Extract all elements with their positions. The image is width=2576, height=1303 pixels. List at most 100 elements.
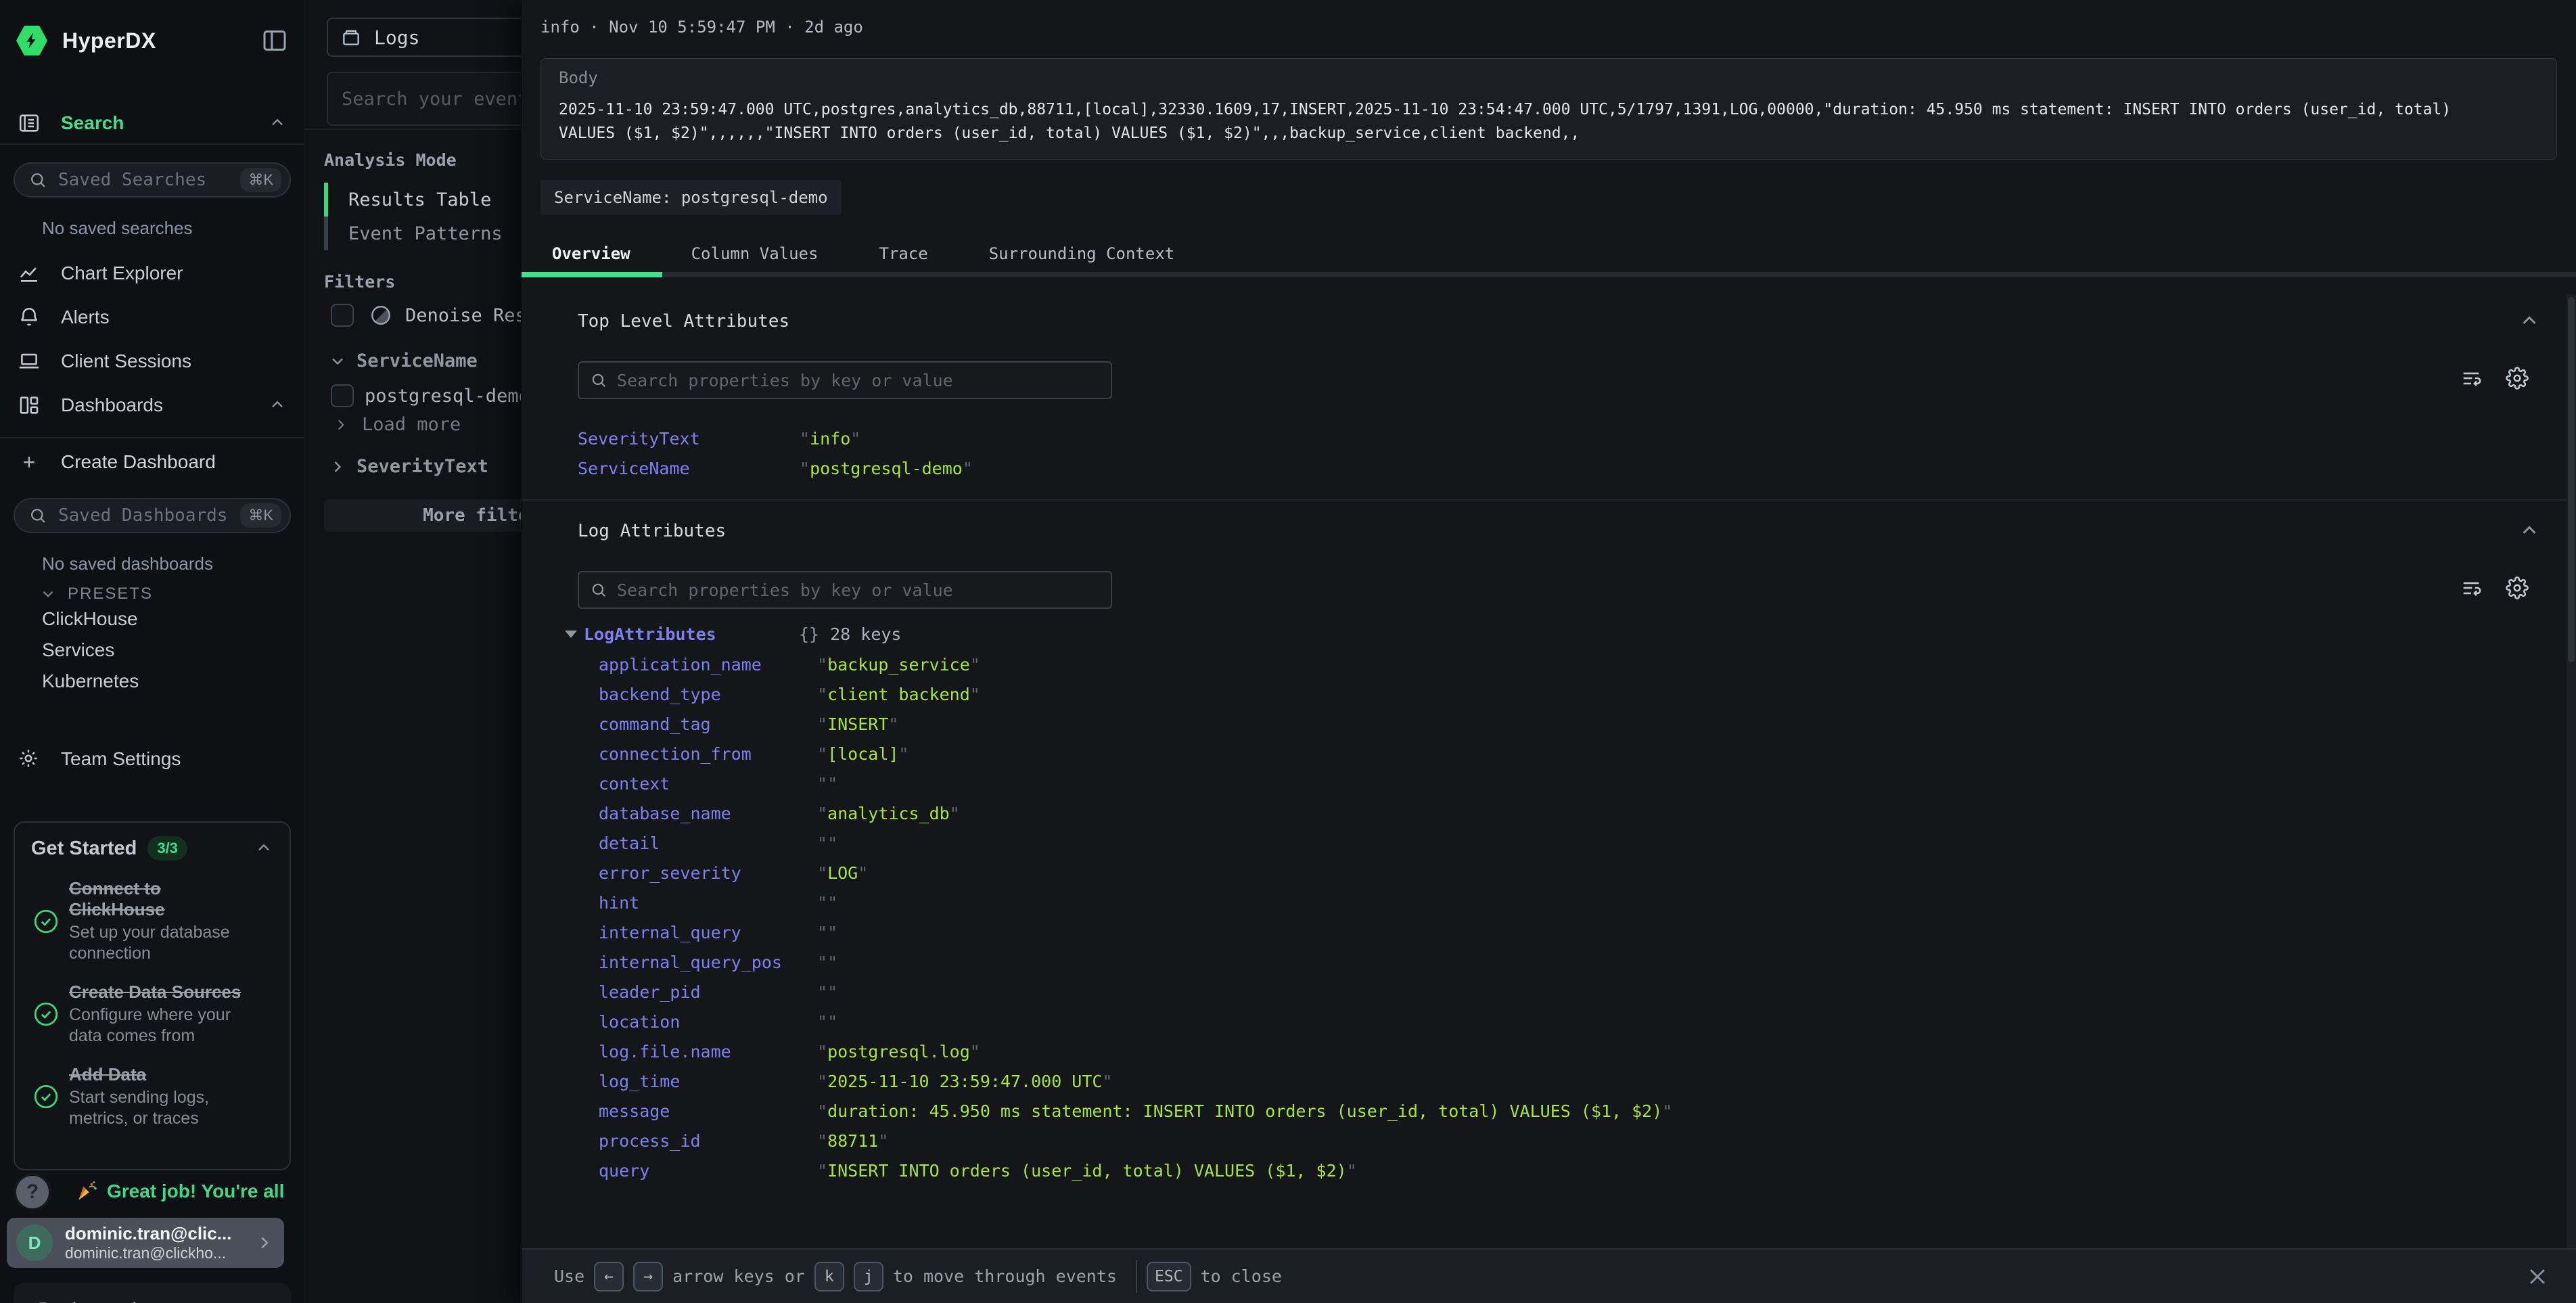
attribute-key[interactable]: internal_query bbox=[599, 923, 817, 942]
attribute-key[interactable]: query bbox=[599, 1161, 817, 1181]
attribute-row: error_severity"LOG" bbox=[522, 858, 2576, 888]
denoise-checkbox[interactable] bbox=[331, 304, 354, 327]
sidebar-item-team-settings[interactable]: Team Settings bbox=[0, 741, 304, 777]
top-level-search-input[interactable]: Search properties by key or value bbox=[578, 361, 1112, 399]
chevron-up-icon[interactable] bbox=[268, 114, 287, 133]
attribute-key[interactable]: location bbox=[599, 1012, 817, 1032]
chevron-up-icon[interactable] bbox=[2518, 310, 2541, 333]
attribute-value[interactable]: "LOG" bbox=[817, 863, 868, 883]
get-started-item[interactable]: Add DataStart sending logs, metrics, or … bbox=[31, 1064, 273, 1129]
filter-group-severitytext[interactable]: SeverityText bbox=[328, 456, 488, 477]
wrap-lines-icon[interactable] bbox=[2460, 576, 2483, 599]
get-started-item-title: Add Data bbox=[69, 1064, 146, 1084]
service-value-label: postgresql-demo bbox=[365, 386, 530, 407]
attribute-key[interactable]: log.file.name bbox=[599, 1042, 817, 1061]
attribute-key[interactable]: message bbox=[599, 1101, 817, 1121]
preset-item-kubernetes[interactable]: Kubernetes bbox=[42, 666, 139, 697]
log-attributes-root-row[interactable]: LogAttributes {} 28 keys bbox=[522, 618, 2576, 649]
preset-item-clickhouse[interactable]: ClickHouse bbox=[42, 603, 139, 635]
chevron-up-icon[interactable] bbox=[268, 396, 287, 415]
sidebar-item-dashboards[interactable]: Dashboards bbox=[0, 388, 304, 423]
sidebar-item-client-sessions[interactable]: Client Sessions bbox=[0, 344, 304, 379]
filter-group-servicename[interactable]: ServiceName bbox=[328, 350, 478, 371]
attribute-key[interactable]: backend_type bbox=[599, 685, 817, 704]
presets-toggle[interactable]: PRESETS bbox=[39, 585, 153, 603]
saved-dashboards-input[interactable]: Saved Dashboards ⌘K bbox=[14, 498, 291, 533]
tab-column-values[interactable]: Column Values bbox=[661, 244, 849, 263]
attribute-value[interactable]: "" bbox=[817, 923, 837, 942]
attribute-key[interactable]: LogAttributes bbox=[584, 624, 799, 644]
sidebar-item-label: Dashboards bbox=[61, 394, 163, 416]
sidebar-item-chart-explorer[interactable]: Chart Explorer bbox=[0, 256, 304, 291]
log-attributes-header[interactable]: Log Attributes bbox=[522, 520, 2576, 543]
attribute-key[interactable]: connection_from bbox=[599, 744, 817, 764]
gear-icon[interactable] bbox=[2506, 367, 2529, 390]
preset-item-services[interactable]: Services bbox=[42, 635, 139, 666]
attribute-value[interactable]: "analytics_db" bbox=[817, 804, 960, 823]
attribute-key[interactable]: log_time bbox=[599, 1072, 817, 1091]
attribute-value[interactable]: "postgresql.log" bbox=[817, 1042, 980, 1061]
shortcut-badge: ⌘K bbox=[240, 503, 281, 528]
wrap-lines-icon[interactable] bbox=[2460, 367, 2483, 390]
attribute-value[interactable]: "" bbox=[817, 953, 837, 972]
attribute-key[interactable]: SeverityText bbox=[578, 429, 800, 449]
attribute-value[interactable]: "" bbox=[817, 774, 837, 794]
saved-searches-input[interactable]: Saved Searches ⌘K bbox=[14, 162, 291, 198]
active-indicator-bar bbox=[324, 183, 328, 216]
attribute-key[interactable]: application_name bbox=[599, 655, 817, 675]
attribute-key[interactable]: context bbox=[599, 774, 817, 794]
attribute-key[interactable]: ServiceName bbox=[578, 459, 800, 478]
attribute-key[interactable]: hint bbox=[599, 893, 817, 913]
service-value-checkbox[interactable] bbox=[331, 384, 354, 407]
tab-overview[interactable]: Overview bbox=[522, 244, 661, 263]
check-circle-icon bbox=[31, 878, 61, 964]
attribute-value[interactable]: "2025-11-10 23:59:47.000 UTC" bbox=[817, 1072, 1113, 1091]
attribute-value[interactable]: "" bbox=[817, 833, 837, 853]
attribute-key[interactable]: process_id bbox=[599, 1131, 817, 1151]
sidebar-item-search[interactable]: Search bbox=[0, 106, 304, 141]
top-level-attributes-header[interactable]: Top Level Attributes bbox=[522, 310, 2576, 333]
attribute-key[interactable]: database_name bbox=[599, 804, 817, 823]
sidebar-collapse-icon[interactable] bbox=[261, 27, 288, 54]
chevron-up-icon[interactable] bbox=[2518, 520, 2541, 543]
filter-value-postgresql-demo[interactable]: postgresql-demo bbox=[331, 384, 530, 407]
chevron-up-icon[interactable] bbox=[254, 839, 273, 858]
sidebar-item-alerts[interactable]: Alerts bbox=[0, 300, 304, 335]
service-name-tag[interactable]: ServiceName: postgresql-demo bbox=[540, 180, 842, 215]
attribute-key[interactable]: error_severity bbox=[599, 863, 817, 883]
caret-down-icon[interactable] bbox=[565, 631, 577, 638]
product-updates-card[interactable]: Product updates bbox=[14, 1283, 291, 1303]
help-button[interactable]: ? bbox=[14, 1173, 51, 1211]
attribute-row: command_tag"INSERT" bbox=[522, 709, 2576, 739]
attribute-value[interactable]: "" bbox=[817, 982, 837, 1002]
attribute-value[interactable]: "postgresql-demo" bbox=[800, 459, 973, 478]
attribute-key[interactable]: detail bbox=[599, 833, 817, 853]
attribute-value[interactable]: "info" bbox=[800, 429, 860, 449]
attribute-key[interactable]: command_tag bbox=[599, 714, 817, 734]
close-icon[interactable] bbox=[2526, 1265, 2549, 1288]
attribute-value[interactable]: "backup_service" bbox=[817, 655, 980, 675]
load-more-button[interactable]: Load more bbox=[332, 414, 461, 435]
attribute-value[interactable]: "" bbox=[817, 893, 837, 913]
attribute-value[interactable]: "88711" bbox=[817, 1131, 888, 1151]
attribute-value[interactable]: "[local]" bbox=[817, 744, 908, 764]
panel-scrollbar[interactable] bbox=[2567, 294, 2576, 1248]
create-dashboard-button[interactable]: + Create Dashboard bbox=[0, 447, 304, 478]
scrollbar-thumb[interactable] bbox=[2568, 297, 2575, 662]
attribute-value[interactable]: "duration: 45.950 ms statement: INSERT I… bbox=[817, 1101, 1672, 1121]
tab-trace[interactable]: Trace bbox=[848, 244, 958, 263]
tab-surrounding-context[interactable]: Surrounding Context bbox=[959, 244, 1205, 263]
attribute-value[interactable]: "" bbox=[817, 1012, 837, 1032]
attribute-key[interactable]: internal_query_pos bbox=[599, 953, 817, 972]
attribute-key[interactable]: leader_pid bbox=[599, 982, 817, 1002]
log-attributes-search-input[interactable]: Search properties by key or value bbox=[578, 571, 1112, 609]
get-started-item[interactable]: Connect to ClickHouseSet up your databas… bbox=[31, 878, 273, 964]
chevron-down-icon bbox=[39, 585, 57, 603]
attribute-value[interactable]: "INSERT INTO orders (user_id, total) VAL… bbox=[817, 1161, 1357, 1181]
attribute-value[interactable]: "INSERT" bbox=[817, 714, 898, 734]
body-card: Body 2025-11-10 23:59:47.000 UTC,postgre… bbox=[540, 58, 2557, 160]
gear-icon[interactable] bbox=[2506, 576, 2529, 599]
get-started-item[interactable]: Create Data SourcesConfigure where your … bbox=[31, 982, 273, 1047]
attribute-value[interactable]: "client backend" bbox=[817, 685, 980, 704]
user-profile-button[interactable]: D dominic.tran@clic... dominic.tran@clic… bbox=[7, 1218, 284, 1268]
